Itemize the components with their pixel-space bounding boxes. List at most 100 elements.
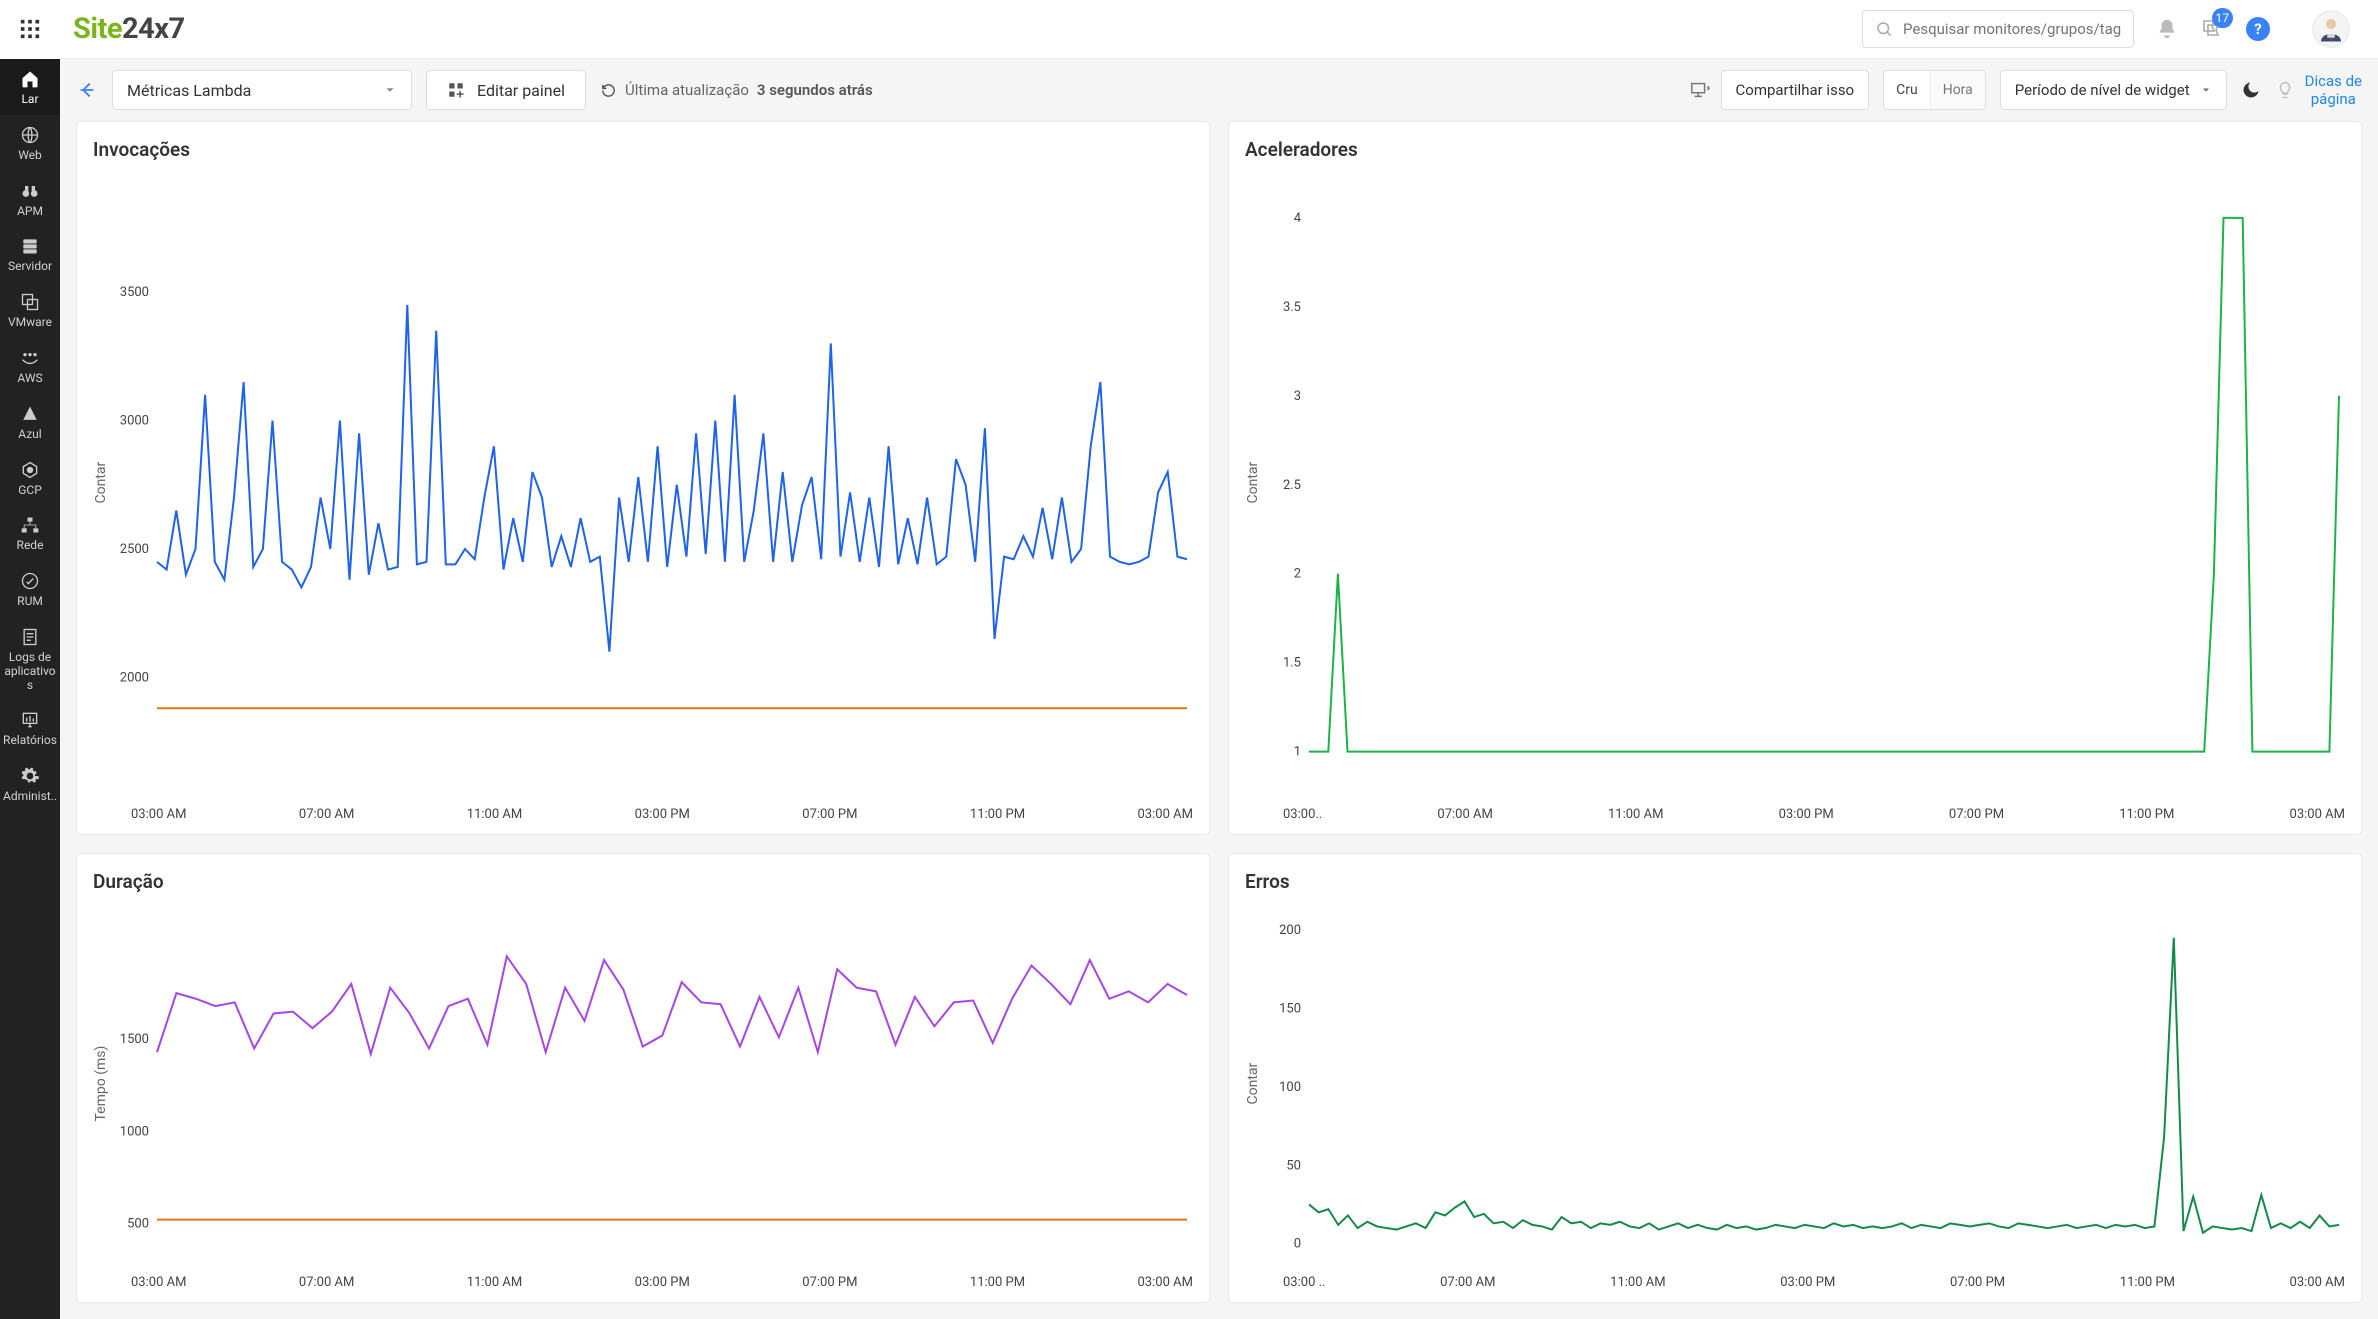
sidebar-item-applogs[interactable]: Logs de aplicativos [0, 617, 60, 700]
x-tick: 03:00 PM [1779, 807, 1834, 822]
widget-level-period-select[interactable]: Período de nível de widget [2000, 70, 2227, 110]
refresh-icon [600, 82, 617, 99]
x-tick: 11:00 AM [467, 807, 522, 822]
svg-text:2: 2 [1294, 567, 1301, 582]
sidebar-item-label: AWS [17, 372, 42, 386]
dashboard-grid: Invocações Contar 2000250030003500 03:00… [60, 121, 2378, 1319]
sidebar-item-apm[interactable]: APM [0, 171, 60, 227]
x-tick: 11:00 AM [1608, 807, 1663, 822]
card-title: Duração [93, 870, 1193, 893]
apps-launcher-button[interactable] [0, 0, 59, 59]
rum-icon [20, 571, 40, 591]
brand-logo[interactable]: Site24x7 [73, 12, 185, 46]
sidebar-item-label: GCP [18, 484, 42, 498]
help-button[interactable]: ? [2246, 17, 2270, 41]
svg-text:150: 150 [1279, 1001, 1301, 1016]
brand-site: Site [73, 12, 122, 46]
x-tick: 07:00 PM [1949, 807, 2004, 822]
svg-text:200: 200 [1279, 922, 1301, 937]
help-icon: ? [2254, 20, 2261, 38]
binoculars-icon [20, 181, 40, 201]
user-avatar[interactable] [2312, 10, 2350, 48]
presentation-icon [1689, 79, 1711, 101]
edit-panel-label: Editar painel [477, 81, 565, 100]
global-search[interactable] [1862, 10, 2134, 48]
arrow-left-icon [76, 79, 98, 101]
server-icon [20, 236, 40, 256]
network-icon [20, 515, 40, 535]
presentation-mode-button[interactable] [1689, 79, 1711, 101]
avatar-icon [2316, 14, 2346, 44]
x-tick: 03:00 AM [1138, 807, 1193, 822]
sidebar-item-server[interactable]: Servidor [0, 226, 60, 282]
sidebar-item-label: APM [17, 205, 43, 219]
search-input[interactable] [1903, 20, 2121, 38]
x-tick: 11:00 PM [2120, 1275, 2175, 1290]
dashboard-selector[interactable]: Métricas Lambda [112, 70, 412, 110]
dark-mode-toggle[interactable] [2241, 80, 2261, 100]
sidebar-item-web[interactable]: Web [0, 115, 60, 171]
main: Métricas Lambda Editar painel Última atu… [60, 59, 2378, 1319]
x-tick: 03:00 PM [635, 1275, 690, 1290]
sidebar-item-label: Servidor [8, 260, 52, 274]
sidebar-item-label: Rede [17, 539, 44, 553]
card-errors: Erros Contar 050100150200 03:00 ..07:00 … [1228, 853, 2362, 1304]
chart-canvas: 11.522.533.54 [1265, 165, 2345, 801]
x-tick: 11:00 PM [970, 807, 1025, 822]
dashboard-selector-label: Métricas Lambda [127, 81, 251, 100]
x-tick: 03:00 AM [2290, 807, 2345, 822]
tips-line2: página [2311, 90, 2356, 108]
sidebar-item-home[interactable]: Lar [0, 59, 60, 115]
svg-text:4: 4 [1294, 211, 1302, 226]
sidebar-item-label: Relatórios [3, 734, 57, 748]
x-tick: 03:00 AM [2290, 1275, 2345, 1290]
chevron-down-icon [2200, 84, 2212, 96]
svg-text:3000: 3000 [120, 414, 149, 429]
notifications-bell-button[interactable] [2156, 18, 2178, 40]
x-tick: 07:00 PM [802, 1275, 857, 1290]
card-duration: Duração Tempo (ms) 50010001500 03:00 AM0… [76, 853, 1210, 1304]
chart-canvas: 2000250030003500 [113, 165, 1193, 801]
svg-text:3.5: 3.5 [1283, 300, 1301, 315]
edit-panel-button[interactable]: Editar painel [426, 70, 586, 110]
x-tick: 03:00 .. [1283, 1275, 1325, 1290]
svg-text:1: 1 [1294, 745, 1301, 760]
tips-line1: Dicas de [2305, 72, 2362, 90]
page-tips-link[interactable]: Dicas de página [2305, 72, 2362, 108]
refresh-indicator[interactable]: Última atualização 3 segundos atrás [600, 81, 873, 99]
x-tick: 11:00 PM [2119, 807, 2174, 822]
segment-raw[interactable]: Cru [1884, 71, 1930, 109]
sidebar-item-azure[interactable]: Azul [0, 394, 60, 450]
sidebar-item-label: Administ.. [3, 790, 57, 804]
segment-hour[interactable]: Hora [1930, 71, 1985, 109]
x-tick: 07:00 AM [299, 807, 354, 822]
sidebar-item-network[interactable]: Rede [0, 505, 60, 561]
share-button[interactable]: Compartilhar isso [1721, 70, 1870, 110]
svg-text:1000: 1000 [120, 1124, 149, 1139]
x-axis: 03:00 AM07:00 AM11:00 AM03:00 PM07:00 PM… [93, 801, 1193, 824]
announcements-button[interactable]: 17 [2200, 17, 2224, 41]
x-tick: 03:00 AM [1138, 1275, 1193, 1290]
x-tick: 03:00 PM [1780, 1275, 1835, 1290]
home-icon [20, 69, 40, 89]
sidebar-item-label: Web [18, 149, 42, 163]
sidebar-item-aws[interactable]: AWS [0, 338, 60, 394]
sidebar-item-rum[interactable]: RUM [0, 561, 60, 617]
sidebar-item-label: VMware [8, 316, 52, 330]
sidebar-item-admin[interactable]: Administ.. [0, 756, 60, 812]
sidebar-item-label: RUM [17, 595, 43, 609]
reports-icon [20, 710, 40, 730]
svg-text:0: 0 [1294, 1236, 1301, 1251]
chart-canvas: 050100150200 [1265, 897, 2345, 1270]
sidebar-item-reports[interactable]: Relatórios [0, 700, 60, 756]
sidebar-item-gcp[interactable]: GCP [0, 450, 60, 506]
card-title: Erros [1245, 870, 2345, 893]
x-tick: 11:00 AM [467, 1275, 522, 1290]
sidebar-item-vmware[interactable]: VMware [0, 282, 60, 338]
page-tips[interactable]: Dicas de página [2275, 72, 2362, 108]
last-update-label: Última atualização [625, 81, 749, 99]
svg-text:3: 3 [1294, 389, 1301, 404]
card-title: Aceleradores [1245, 138, 2345, 161]
x-tick: 11:00 PM [970, 1275, 1025, 1290]
back-button[interactable] [76, 79, 98, 101]
